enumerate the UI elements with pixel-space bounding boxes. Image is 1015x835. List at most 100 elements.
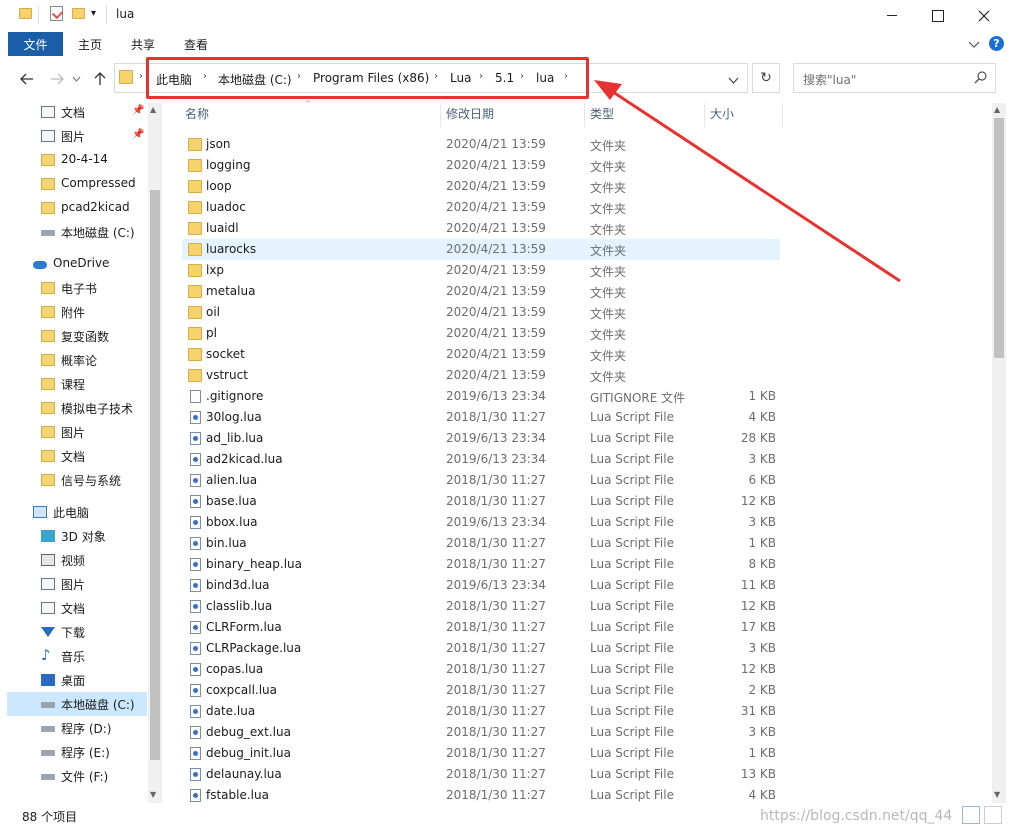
back-button[interactable] — [16, 68, 38, 90]
sidebar-item[interactable]: 文档 — [7, 444, 147, 468]
properties-icon[interactable] — [50, 6, 64, 21]
file-row[interactable]: classlib.lua 2018/1/30 11:27 Lua Script Fi… — [182, 596, 780, 617]
column-divider[interactable] — [782, 103, 783, 127]
sidebar-item[interactable]: 20-4-14 — [7, 148, 147, 172]
nav-scrollbar-thumb[interactable] — [150, 190, 160, 760]
divider — [38, 6, 39, 24]
file-row[interactable]: socket 2020/4/21 13:59 文件夹 — [182, 344, 780, 365]
file-row[interactable]: logging 2020/4/21 13:59 文件夹 — [182, 155, 780, 176]
sidebar-item[interactable]: 复变函数 — [7, 324, 147, 348]
sidebar-item[interactable]: 图片 📌 — [7, 124, 147, 148]
file-row[interactable]: debug_init.lua 2018/1/30 11:27 Lua Script … — [182, 743, 780, 764]
sidebar-item[interactable]: 文件 (F:) — [7, 764, 147, 788]
sidebar-item[interactable]: 程序 (D:) — [7, 716, 147, 740]
sidebar-item[interactable]: 电子书 — [7, 276, 147, 300]
scroll-up-icon[interactable]: ▲ — [150, 105, 156, 114]
sidebar-item[interactable]: Compressed — [7, 172, 147, 196]
file-row[interactable]: luaidl 2020/4/21 13:59 文件夹 — [182, 218, 780, 239]
sidebar-item[interactable]: pcad2kicad — [7, 196, 147, 220]
pin-icon[interactable]: 📌 — [132, 105, 144, 116]
column-header-date[interactable]: 修改日期 — [446, 105, 494, 127]
sidebar-item[interactable]: 此电脑 — [7, 500, 147, 524]
sidebar-item[interactable]: 程序 (E:) — [7, 740, 147, 764]
sidebar-item[interactable]: 本地磁盘 (C:) — [7, 220, 147, 244]
file-row[interactable]: fstable.lua 2018/1/30 11:27 Lua Script Fil… — [182, 785, 780, 806]
file-row[interactable]: pl 2020/4/21 13:59 文件夹 — [182, 323, 780, 344]
sidebar-item[interactable]: 3D 对象 — [7, 524, 147, 548]
forward-button[interactable] — [46, 68, 68, 90]
sidebar-item[interactable]: 本地磁盘 (C:) — [7, 692, 147, 716]
sidebar-item[interactable]: 文档 📌 — [7, 100, 147, 124]
file-row[interactable]: base.lua 2018/1/30 11:27 Lua Script File 12… — [182, 491, 780, 512]
details-view-button[interactable] — [962, 806, 980, 824]
file-row[interactable]: copas.lua 2018/1/30 11:27 Lua Script File 1… — [182, 659, 780, 680]
file-row[interactable]: luadoc 2020/4/21 13:59 文件夹 — [182, 197, 780, 218]
scroll-down-icon[interactable]: ▼ — [994, 790, 1000, 799]
tab-share[interactable]: 共享 — [131, 36, 155, 53]
expand-ribbon-button[interactable] — [968, 38, 980, 52]
sidebar-item[interactable]: ♪ 音乐 — [7, 644, 147, 668]
file-row[interactable]: bin.lua 2018/1/30 11:27 Lua Script File 1 K… — [182, 533, 780, 554]
file-row[interactable]: ad2kicad.lua 2019/6/13 23:34 Lua Script Fi… — [182, 449, 780, 470]
sidebar-item[interactable]: 概率论 — [7, 348, 147, 372]
sidebar-item[interactable]: 下载 — [7, 620, 147, 644]
file-row[interactable]: loop 2020/4/21 13:59 文件夹 — [182, 176, 780, 197]
address-history-dropdown[interactable] — [728, 73, 739, 87]
file-row[interactable]: delaunay.lua 2018/1/30 11:27 Lua Script Fi… — [182, 764, 780, 785]
tab-file[interactable]: 文件 — [8, 32, 63, 56]
column-header-name[interactable]: 名称 — [185, 105, 209, 127]
folder-icon[interactable] — [19, 8, 32, 19]
scroll-up-icon[interactable]: ▲ — [994, 105, 1000, 114]
file-row[interactable]: oil 2020/4/21 13:59 文件夹 — [182, 302, 780, 323]
maximize-button[interactable] — [915, 0, 961, 31]
file-row[interactable]: binary_heap.lua 2018/1/30 11:27 Lua Script… — [182, 554, 780, 575]
file-row[interactable]: vstruct 2020/4/21 13:59 文件夹 — [182, 365, 780, 386]
close-button[interactable] — [961, 0, 1007, 31]
file-row[interactable]: CLRForm.lua 2018/1/30 11:27 Lua Script Fil… — [182, 617, 780, 638]
up-button[interactable] — [89, 68, 111, 90]
sidebar-item[interactable]: 桌面 — [7, 668, 147, 692]
column-header-type[interactable]: 类型 — [590, 105, 614, 127]
help-button[interactable]: ? — [989, 36, 1004, 51]
large-icons-view-button[interactable] — [984, 806, 1002, 824]
column-divider[interactable] — [440, 103, 441, 127]
sidebar-item[interactable]: 视频 — [7, 548, 147, 572]
file-row[interactable]: .gitignore 2019/6/13 23:34 GITIGNORE 文件 1 K… — [182, 386, 780, 407]
sidebar-item[interactable]: 文档 — [7, 596, 147, 620]
column-header-size[interactable]: 大小 — [710, 105, 734, 127]
file-row[interactable]: CLRPackage.lua 2018/1/30 11:27 Lua Script … — [182, 638, 780, 659]
file-row[interactable]: debug_ext.lua 2018/1/30 11:27 Lua Script F… — [182, 722, 780, 743]
sidebar-item[interactable]: 图片 — [7, 572, 147, 596]
quick-access-dropdown-icon[interactable]: ▾ — [91, 8, 96, 19]
sidebar-item[interactable]: OneDrive — [7, 252, 147, 276]
file-row[interactable]: coxpcall.lua 2018/1/30 11:27 Lua Script Fi… — [182, 680, 780, 701]
file-row[interactable]: metalua 2020/4/21 13:59 文件夹 — [182, 281, 780, 302]
pin-icon[interactable]: 📌 — [132, 129, 144, 140]
file-row[interactable]: date.lua 2018/1/30 11:27 Lua Script File 31… — [182, 701, 780, 722]
sidebar-item[interactable]: 模拟电子技术 — [7, 396, 147, 420]
sidebar-item[interactable]: 图片 — [7, 420, 147, 444]
recent-locations-button[interactable] — [68, 68, 84, 90]
sidebar-item[interactable]: 课程 — [7, 372, 147, 396]
list-scrollbar-thumb[interactable] — [994, 118, 1004, 358]
tab-home[interactable]: 主页 — [78, 36, 102, 53]
tab-view[interactable]: 查看 — [184, 36, 208, 53]
file-row[interactable]: bbox.lua 2019/6/13 23:34 Lua Script File 3 … — [182, 512, 780, 533]
file-row[interactable]: lxp 2020/4/21 13:59 文件夹 — [182, 260, 780, 281]
sidebar-item[interactable]: 信号与系统 — [7, 468, 147, 492]
file-row[interactable]: ad_lib.lua 2019/6/13 23:34 Lua Script File… — [182, 428, 780, 449]
scroll-down-icon[interactable]: ▼ — [150, 790, 156, 799]
new-folder-icon[interactable] — [72, 8, 85, 19]
column-divider[interactable] — [584, 103, 585, 127]
file-row[interactable]: json 2020/4/21 13:59 文件夹 — [182, 134, 780, 155]
file-row[interactable]: alien.lua 2018/1/30 11:27 Lua Script File 6… — [182, 470, 780, 491]
file-row[interactable]: luarocks 2020/4/21 13:59 文件夹 — [182, 239, 780, 260]
column-divider[interactable] — [704, 103, 705, 127]
sidebar-item[interactable]: 附件 — [7, 300, 147, 324]
file-row[interactable]: 30log.lua 2018/1/30 11:27 Lua Script File 4… — [182, 407, 780, 428]
refresh-button[interactable]: ↻ — [752, 63, 780, 93]
minimize-button[interactable] — [869, 0, 915, 31]
file-row[interactable]: bind3d.lua 2019/6/13 23:34 Lua Script File… — [182, 575, 780, 596]
chevron-right-icon[interactable]: › — [139, 71, 143, 82]
search-icon[interactable] — [974, 71, 987, 87]
